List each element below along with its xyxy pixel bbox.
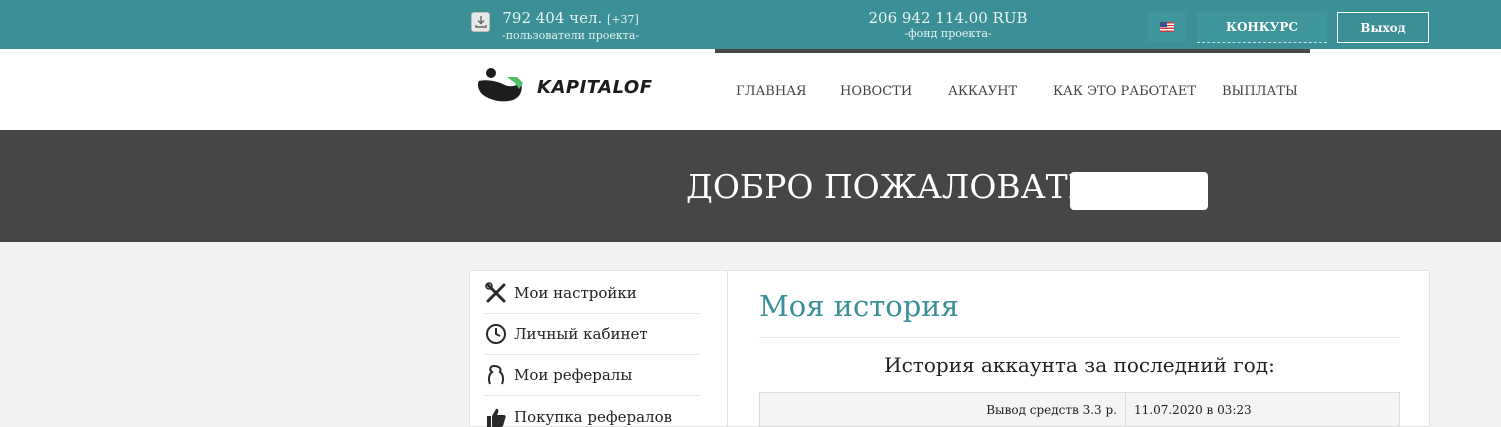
sidebar-item-label: Мои настройки — [514, 284, 637, 302]
logo[interactable]: KAPITALOF — [477, 67, 653, 107]
language-button[interactable] — [1148, 12, 1186, 42]
users-count: 792 404 чел. — [502, 9, 603, 27]
redacted-username — [1070, 172, 1208, 210]
account-sidebar: Мои настройки Личный кабинет Мои реферал… — [469, 270, 728, 427]
contest-button[interactable]: КОНКУРС — [1197, 12, 1327, 43]
nav-item-account[interactable]: АККАУНТ — [948, 84, 1017, 99]
us-flag-icon — [1160, 22, 1174, 32]
history-panel: Моя история История аккаунта за последни… — [728, 270, 1430, 427]
nav-item-how-it-works[interactable]: КАК ЭТО РАБОТАЕТ — [1053, 84, 1196, 99]
fund-stat: 206 942 114.00 RUB -фонд проекта- — [848, 9, 1048, 40]
users-new-count: [+37] — [607, 13, 639, 26]
nav-accent-bar — [715, 49, 1310, 53]
sidebar-item-referrals[interactable]: Мои рефералы — [484, 355, 700, 396]
sidebar-item-label: Мои рефералы — [514, 366, 633, 384]
sidebar-item-label: Покупка рефералов — [514, 407, 673, 426]
tools-icon — [484, 281, 508, 305]
thumbs-up-icon — [484, 405, 508, 427]
welcome-title: ДОБРО ПОЖАЛОВАТЬ, — [686, 167, 1101, 206]
nav-item-payouts[interactable]: ВЫПЛАТЫ — [1222, 84, 1298, 99]
sidebar-item-settings[interactable]: Мои настройки — [484, 273, 700, 314]
download-icon — [471, 12, 490, 32]
logo-text: KAPITALOF — [537, 76, 653, 98]
table-row: Вывод средств 3.3 р. 11.07.2020 в 03:23 — [759, 392, 1400, 427]
sidebar-item-label: Личный кабинет — [514, 325, 648, 343]
logout-button[interactable]: Выход — [1337, 12, 1429, 43]
main-nav: KAPITALOF ГЛАВНАЯ НОВОСТИ АККАУНТ КАК ЭТ… — [0, 49, 1501, 130]
welcome-banner: ДОБРО ПОЖАЛОВАТЬ, — [0, 130, 1501, 242]
sidebar-item-buy-referrals[interactable]: Покупка рефералов — [484, 396, 700, 427]
page-title: Моя история — [759, 289, 959, 323]
sidebar-item-dashboard[interactable]: Личный кабинет — [484, 314, 700, 355]
history-table: Вывод средств 3.3 р. 11.07.2020 в 03:23 — [759, 392, 1400, 427]
fund-label: -фонд проекта- — [904, 27, 992, 40]
fund-amount: 206 942 114.00 RUB — [868, 9, 1028, 27]
history-caption: История аккаунта за последний год: — [884, 353, 1275, 377]
nav-item-news[interactable]: НОВОСТИ — [840, 84, 912, 99]
clock-icon — [484, 322, 508, 346]
history-description: Вывод средств 3.3 р. — [759, 392, 1126, 427]
nav-item-home[interactable]: ГЛАВНАЯ — [736, 84, 807, 99]
logo-icon — [477, 68, 523, 102]
title-divider — [759, 337, 1400, 338]
history-date: 11.07.2020 в 03:23 — [1125, 392, 1400, 427]
users-stat: 792 404 чел. [+37] -пользователи проекта… — [471, 9, 639, 42]
top-bar: 792 404 чел. [+37] -пользователи проекта… — [0, 0, 1501, 49]
users-label: -пользователи проекта- — [502, 29, 640, 42]
referrals-icon — [484, 363, 508, 387]
